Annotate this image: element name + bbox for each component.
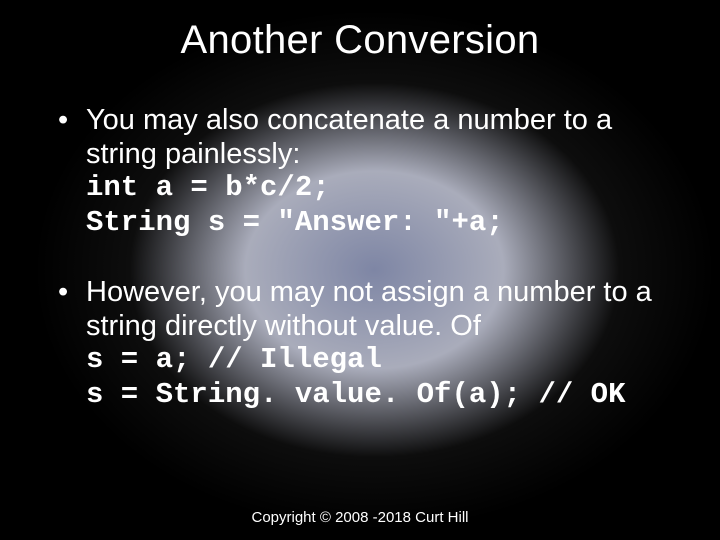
copyright-footer: Copyright © 2008 -2018 Curt Hill (0, 509, 720, 526)
bullet-item: However, you may not assign a number to … (56, 275, 664, 413)
bullet-list: You may also concatenate a number to a s… (56, 103, 664, 413)
bullet-text: You may also concatenate a number to a s… (86, 104, 612, 170)
bullet-item: You may also concatenate a number to a s… (56, 103, 664, 241)
slide: Another Conversion You may also concaten… (0, 0, 720, 540)
slide-title: Another Conversion (56, 18, 664, 63)
code-block: int a = b*c/2; String s = "Answer: "+a; (86, 171, 664, 241)
bullet-text: However, you may not assign a number to … (86, 276, 652, 342)
code-block: s = a; // Illegal s = String. value. Of(… (86, 343, 664, 413)
